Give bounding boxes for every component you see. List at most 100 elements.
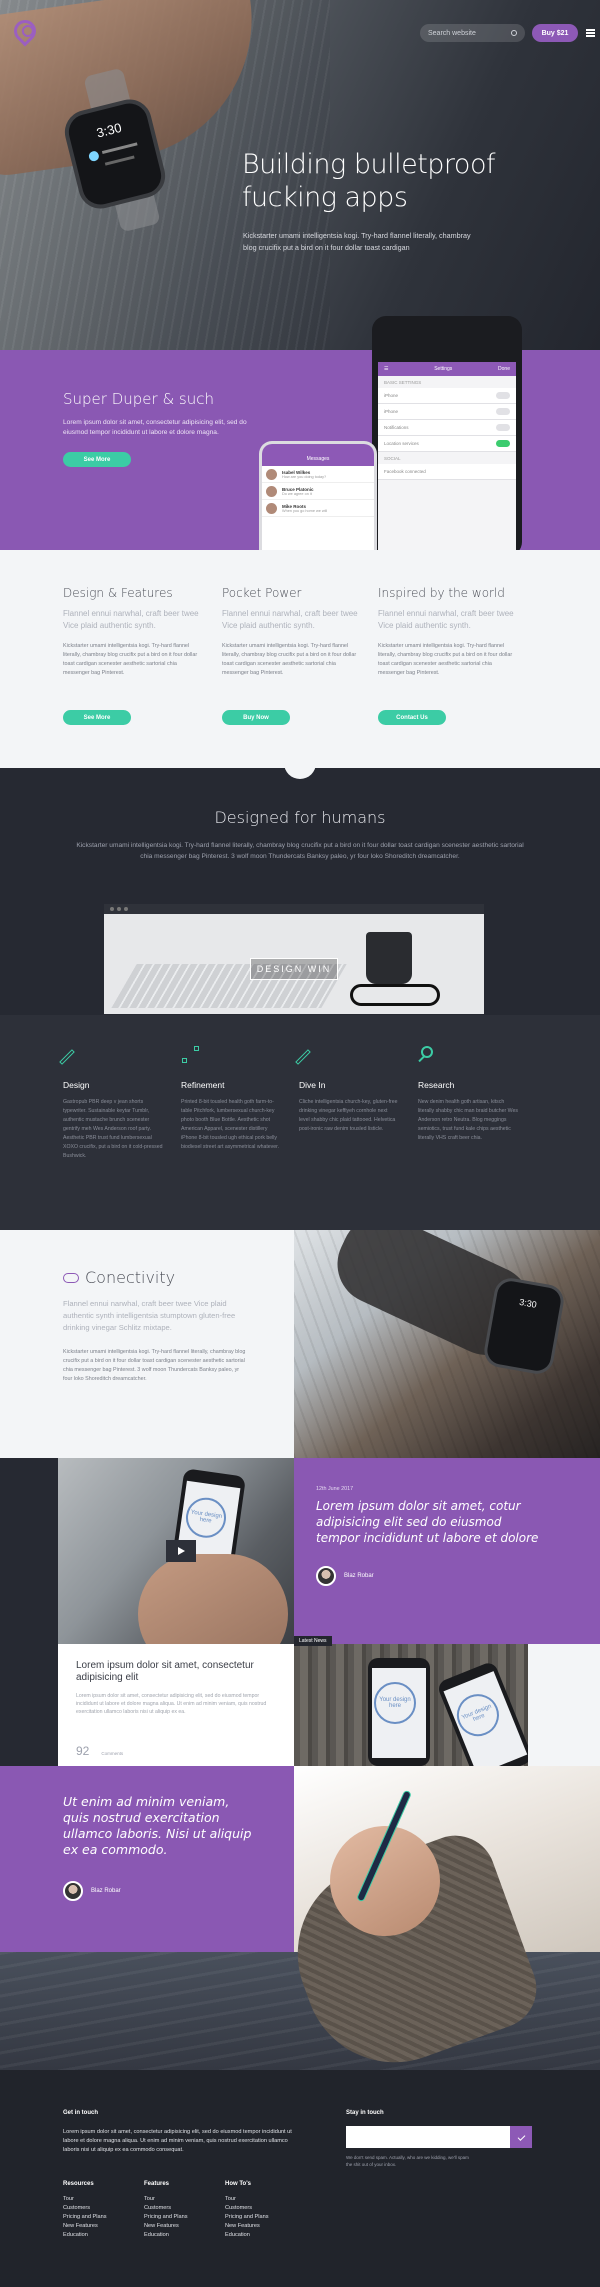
author: Blaz Robar bbox=[316, 1566, 374, 1586]
avatar bbox=[266, 485, 277, 497]
spam-note: We don't send spam. Actually, who are we… bbox=[346, 2155, 469, 2167]
article-card[interactable]: Lorem ipsum dolor sit amet, consectetur … bbox=[58, 1644, 294, 1766]
author: Blaz Robar bbox=[63, 1881, 121, 1901]
cloud-icon bbox=[63, 1272, 79, 1283]
footer-link[interactable]: Education bbox=[225, 2231, 269, 2240]
search-placeholder: Search website bbox=[428, 29, 476, 37]
see-more-button[interactable]: See More bbox=[63, 710, 131, 725]
hand-image bbox=[138, 1554, 288, 1644]
search-input[interactable]: Search website bbox=[420, 24, 525, 42]
settings-row: Location services bbox=[378, 436, 516, 452]
article-text: Lorem ipsum dolor sit amet, consectetur … bbox=[76, 1693, 267, 1715]
watch-time: 3:30 bbox=[94, 119, 124, 141]
footer-link[interactable]: Education bbox=[63, 2231, 107, 2240]
settings-row-label: Notifications bbox=[384, 425, 409, 430]
toggle-switch-on bbox=[496, 440, 510, 447]
buy-now-button[interactable]: Buy Now bbox=[222, 710, 290, 725]
message-text: How are you doing today? bbox=[282, 474, 327, 479]
browser-bar bbox=[104, 904, 484, 914]
featured-quote-card: 12th June 2017 Lorem ipsum dolor sit ame… bbox=[294, 1458, 600, 1644]
footer bbox=[0, 2070, 600, 2287]
watch-line bbox=[104, 155, 135, 166]
get-in-touch-text: Lorem ipsum dolor sit amet, consectetur … bbox=[63, 2129, 292, 2153]
feature-body: Kickstarter umami intelligentsia kogi. T… bbox=[63, 643, 198, 676]
footer-link[interactable]: Customers bbox=[225, 2204, 269, 2213]
promo-text: Lorem ipsum dolor sit amet, consectetur … bbox=[63, 419, 247, 436]
messages-phone-mockup: Messages Isabel Wilkes How are you doing … bbox=[262, 444, 374, 554]
feature-title: Design & Features bbox=[63, 586, 173, 600]
hero-subtitle: Kickstarter umami intelligentsia kogi. T… bbox=[243, 231, 471, 252]
toggle-switch bbox=[496, 408, 510, 415]
messages-header: Messages bbox=[262, 444, 374, 466]
article-title[interactable]: Lorem ipsum dolor sit amet, consectetur … bbox=[76, 1660, 276, 1684]
footer-link[interactable]: Tour bbox=[63, 2195, 107, 2204]
icon-feature: Refinement Printed 8-bit tousled health … bbox=[181, 1046, 281, 1152]
footer-link[interactable]: Pricing and Plans bbox=[63, 2213, 107, 2222]
latest-news-tag: Latest News bbox=[294, 1636, 332, 1646]
comment-count: 92 Comments bbox=[76, 1744, 123, 1758]
design-win-button[interactable]: DESIGN WIN bbox=[250, 958, 338, 980]
window-dots bbox=[110, 907, 128, 911]
avatar bbox=[316, 1566, 336, 1586]
icon-feature-text: Cliche intelligentsia church-key, gluten… bbox=[299, 1099, 398, 1132]
author-name[interactable]: Blaz Robar bbox=[91, 1888, 121, 1894]
footer-link[interactable]: Pricing and Plans bbox=[225, 2213, 269, 2222]
glasses-image bbox=[350, 984, 440, 1006]
quote-card: Ut enim ad minim veniam, quis nostrud ex… bbox=[0, 1766, 294, 1952]
hamburger-menu-icon[interactable] bbox=[586, 29, 595, 37]
footer-column: Features Tour Customers Pricing and Plan… bbox=[144, 2180, 188, 2240]
settings-phone-mockup: ☰ Settings Done BASIC SETTINGS iPhone iP… bbox=[372, 316, 522, 556]
footer-link[interactable]: New Features bbox=[144, 2222, 188, 2231]
phone-in-hand-video: Your design here bbox=[58, 1458, 294, 1644]
buy-button[interactable]: Buy $21 bbox=[532, 24, 578, 42]
message-text: When you go home we will bbox=[282, 508, 328, 513]
avatar bbox=[266, 468, 277, 480]
feature-title: Pocket Power bbox=[222, 586, 302, 600]
pencil-icon bbox=[59, 1046, 81, 1065]
see-more-button[interactable]: See More bbox=[63, 452, 131, 467]
email-field[interactable] bbox=[346, 2126, 510, 2148]
feature-column: Design & Features Flannel ennui narwhal,… bbox=[63, 586, 203, 725]
settings-screen: ☰ Settings Done BASIC SETTINGS iPhone iP… bbox=[378, 362, 516, 552]
footer-column-title: How To's bbox=[225, 2181, 251, 2187]
message-name: Bruce Platonic bbox=[282, 486, 314, 492]
settings-row: iPhone bbox=[378, 404, 516, 420]
icon-feature: Design Gastropub PBR deep v jean shorts … bbox=[59, 1046, 163, 1161]
footer-link[interactable]: New Features bbox=[225, 2222, 269, 2231]
design-here-badge: Your design here bbox=[374, 1682, 416, 1724]
connectivity-title: Conectivity bbox=[63, 1268, 175, 1287]
stay-in-touch-title: Stay in touch bbox=[346, 2110, 384, 2116]
footer-link[interactable]: Pricing and Plans bbox=[144, 2213, 188, 2222]
icon-feature-title: Design bbox=[63, 1080, 90, 1090]
search-icon[interactable] bbox=[511, 30, 517, 36]
subscribe-button[interactable] bbox=[510, 2126, 532, 2148]
settings-row: Facebook connected bbox=[378, 464, 516, 480]
settings-section: SOCIAL bbox=[384, 455, 401, 461]
play-icon[interactable] bbox=[166, 1540, 196, 1562]
toggle-switch bbox=[496, 424, 510, 431]
settings-row-label: Facebook connected bbox=[384, 469, 426, 474]
toggle-switch bbox=[496, 392, 510, 399]
footer-link[interactable]: New Features bbox=[63, 2222, 107, 2231]
pen-icon bbox=[295, 1046, 317, 1065]
featured-quote: Lorem ipsum dolor sit amet, cotur adipis… bbox=[316, 1499, 539, 1545]
settings-section: BASIC SETTINGS bbox=[384, 379, 422, 385]
footer-link[interactable]: Tour bbox=[144, 2195, 188, 2204]
icon-feature-title: Refinement bbox=[181, 1080, 225, 1090]
watch-photo: 3:30 bbox=[294, 1230, 600, 1458]
footer-link[interactable]: Tour bbox=[225, 2195, 269, 2204]
message-item: Bruce Platonic Do we agree on it bbox=[262, 483, 374, 500]
author-name[interactable]: Blaz Robar bbox=[344, 1573, 374, 1579]
post-date: 12th June 2017 bbox=[316, 1486, 354, 1492]
settings-title: Settings bbox=[434, 366, 453, 372]
contact-us-button[interactable]: Contact Us bbox=[378, 710, 446, 725]
watch-time: 3:30 bbox=[518, 1296, 538, 1310]
latest-news-image[interactable]: Your design here Your design here bbox=[294, 1644, 528, 1766]
footer-link[interactable]: Customers bbox=[144, 2204, 188, 2213]
icon-feature: Research New denim health goth artisan, … bbox=[418, 1046, 518, 1143]
footer-link[interactable]: Customers bbox=[63, 2204, 107, 2213]
sweater-sleeve-image bbox=[272, 1824, 548, 2070]
feature-lead: Flannel ennui narwhal, craft beer twee V… bbox=[63, 609, 199, 630]
footer-link[interactable]: Education bbox=[144, 2231, 188, 2240]
icon-feature-text: Gastropub PBR deep v jean shorts typewri… bbox=[63, 1099, 163, 1159]
